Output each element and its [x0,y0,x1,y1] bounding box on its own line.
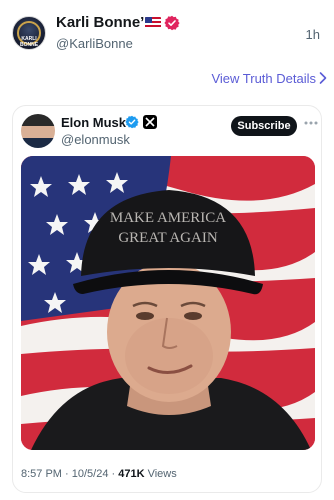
x-verified-icon [125,115,139,129]
chevron-right-icon[interactable] [318,71,328,85]
embed-author-handle[interactable]: @elonmusk [61,132,130,147]
subscribe-button[interactable]: Subscribe [231,116,297,136]
post-meta: 8:57 PM · 10/5/24 · 471K Views [21,468,177,480]
view-truth-details-link[interactable]: View Truth Details [211,71,316,86]
post-age[interactable]: 1h [306,27,320,42]
views-label: Views [147,468,177,480]
views-count: 471K [118,468,145,480]
post-time[interactable]: 8:57 PM [21,468,62,480]
us-flag-icon [145,17,161,29]
post-image[interactable]: MAKE AMERICA GREAT AGAIN [21,156,315,450]
hat-text-line2: GREAT AGAIN [118,230,217,246]
x-logo-icon [143,115,157,129]
hat-text-line1: MAKE AMERICA [110,210,226,226]
embedded-post-card[interactable]: Elon Musk @elonmusk Subscribe MAKE AMERI… [12,105,322,493]
embed-avatar[interactable] [21,114,55,148]
avatar-text: KARLI BONNE [19,36,39,48]
embed-author-name[interactable]: Elon Musk [61,115,126,130]
more-icon[interactable] [303,118,319,128]
author-handle[interactable]: @KarliBonne [56,36,133,51]
post-header: KARLI BONNE Karli Bonne’ @KarliBonne 1h [0,0,334,66]
author-name[interactable]: Karli Bonne’ [56,14,144,31]
avatar[interactable]: KARLI BONNE [12,16,46,50]
post-date[interactable]: 10/5/24 [72,468,109,480]
verified-badge-icon [164,15,180,31]
